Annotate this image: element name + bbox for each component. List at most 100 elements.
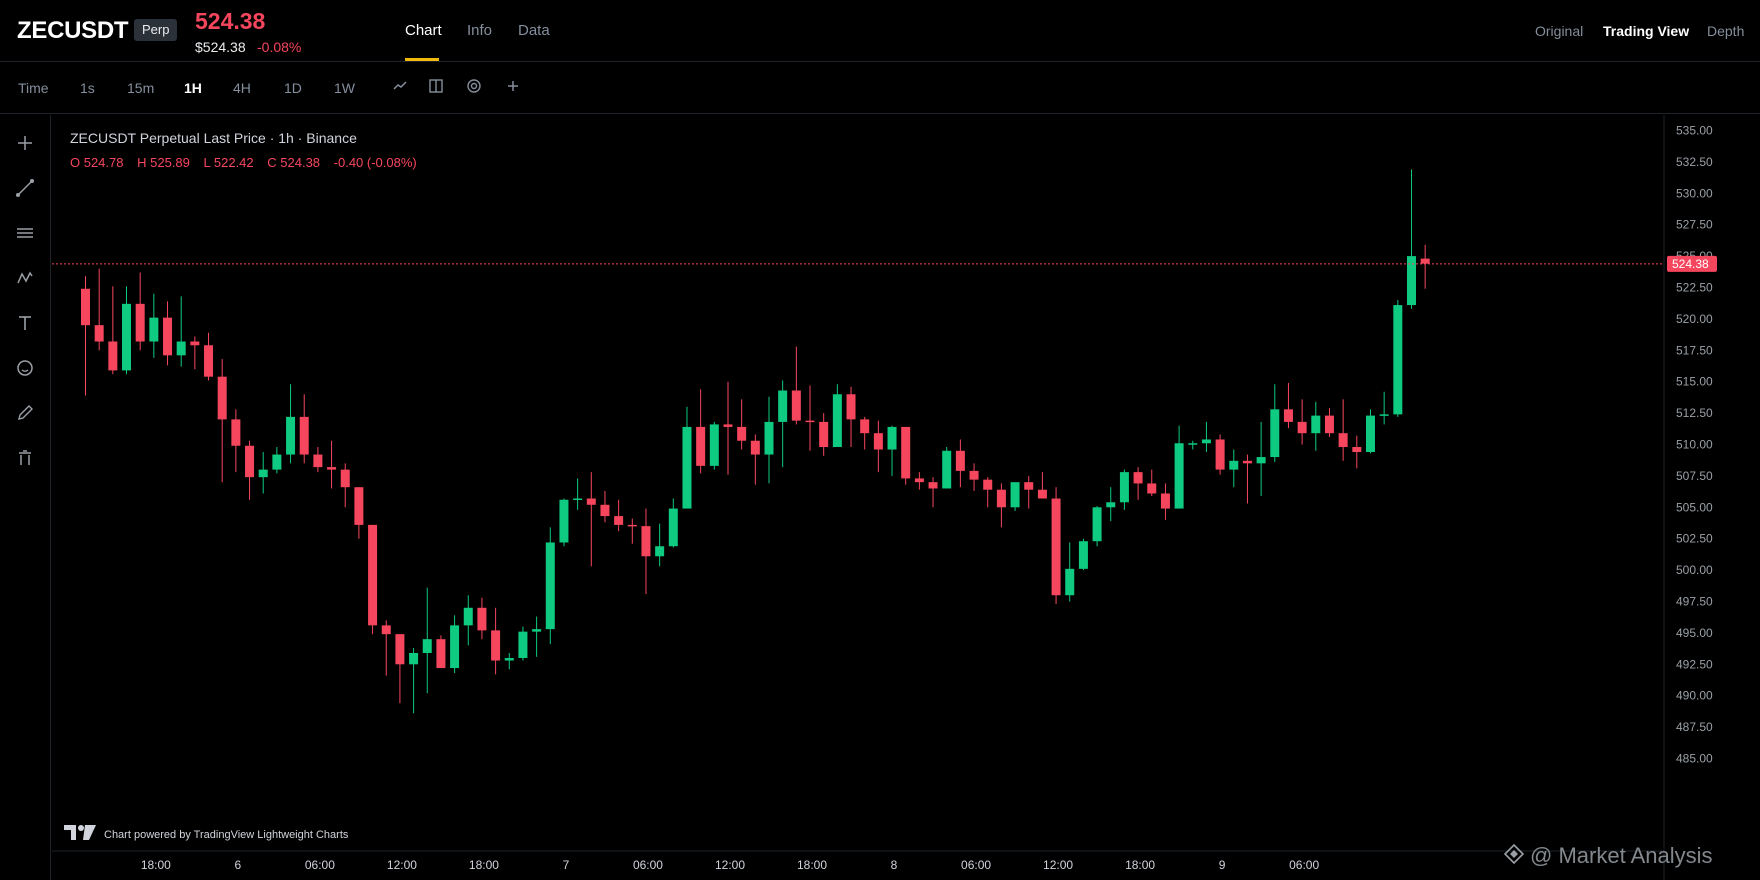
candle xyxy=(149,293,159,358)
candle-body xyxy=(217,376,227,420)
candle-body xyxy=(709,424,719,466)
candle xyxy=(395,634,405,704)
candle xyxy=(1188,440,1198,450)
candle-body xyxy=(1324,415,1334,434)
candle xyxy=(696,389,706,474)
candle xyxy=(504,652,514,670)
legend-high: H 525.89 xyxy=(137,155,190,170)
candle xyxy=(1270,384,1280,463)
candle-body xyxy=(955,450,965,471)
candle-body xyxy=(805,420,815,423)
tradingview-logo-icon[interactable] xyxy=(63,822,97,842)
market-analysis-logo-icon xyxy=(1503,843,1525,865)
candle xyxy=(231,409,241,473)
candle-body xyxy=(996,489,1006,508)
price-tick-label: 520.00 xyxy=(1676,312,1713,326)
candle-body xyxy=(1051,498,1061,596)
candle xyxy=(955,439,965,488)
candle-body xyxy=(422,639,432,653)
candle-body xyxy=(545,542,555,630)
time-tick-label: 06:00 xyxy=(305,858,335,872)
candle xyxy=(914,472,924,490)
candle-body xyxy=(750,440,760,455)
candle-body xyxy=(873,433,883,450)
candle xyxy=(409,647,419,714)
candle xyxy=(1256,421,1266,496)
candle xyxy=(1147,469,1157,496)
candle-body xyxy=(1270,409,1280,458)
candle-body xyxy=(1201,439,1211,444)
candle-body xyxy=(149,317,159,342)
candle xyxy=(1324,408,1334,437)
candle xyxy=(108,286,118,375)
candle xyxy=(518,626,528,661)
candle xyxy=(1406,169,1416,309)
candle xyxy=(1201,421,1211,453)
candle xyxy=(122,286,132,375)
candle xyxy=(668,498,678,548)
candle xyxy=(204,332,214,381)
candle xyxy=(723,381,733,475)
candle-body xyxy=(791,390,801,421)
candle xyxy=(846,386,856,448)
price-tick-label: 515.00 xyxy=(1676,375,1713,389)
candle-body xyxy=(135,303,145,342)
candle xyxy=(491,607,501,675)
candle-body xyxy=(559,499,569,543)
candle xyxy=(1215,434,1225,475)
candle xyxy=(737,399,747,450)
candle-body xyxy=(723,424,733,427)
candle xyxy=(573,478,583,510)
candle xyxy=(1024,475,1034,509)
candle xyxy=(873,420,883,473)
candle-body xyxy=(1037,489,1047,499)
candle-body xyxy=(1092,507,1102,542)
candle-body xyxy=(122,303,132,371)
candle xyxy=(422,587,432,694)
candle xyxy=(354,487,364,539)
candle-body xyxy=(1338,433,1348,448)
candle xyxy=(1365,409,1375,454)
time-axis: 18:00 6 06:00 12:00 18:00 7 06:00 12:00 18:00 8 06… xyxy=(141,858,1320,872)
candle-body xyxy=(627,524,637,527)
candle xyxy=(1106,487,1116,522)
candle xyxy=(217,359,227,483)
candle xyxy=(627,518,637,544)
time-tick-label: 9 xyxy=(1219,858,1226,872)
candle-body xyxy=(846,394,856,420)
price-tick-label: 522.50 xyxy=(1676,281,1713,295)
candle-body xyxy=(81,288,90,326)
last-price-label: 524.38 xyxy=(1672,257,1709,271)
price-tick-label: 530.00 xyxy=(1676,186,1713,200)
candle xyxy=(682,406,692,509)
candle-body xyxy=(1078,541,1088,569)
candle-body xyxy=(860,419,870,434)
candle-body xyxy=(163,317,173,356)
candle-body xyxy=(696,426,706,466)
candle-body xyxy=(887,426,897,450)
candle-body xyxy=(504,658,514,661)
candle xyxy=(655,523,665,567)
candle-body xyxy=(231,419,241,446)
candle xyxy=(887,425,897,476)
candle xyxy=(135,272,145,351)
powered-by-text: Chart powered by TradingView Lightweight… xyxy=(104,829,349,841)
candle xyxy=(1229,449,1239,488)
candle xyxy=(996,483,1006,528)
candle xyxy=(764,396,774,484)
candle xyxy=(299,394,309,464)
candle-body xyxy=(327,467,337,470)
candle-body xyxy=(655,546,665,557)
candle-body xyxy=(942,450,952,489)
candle xyxy=(1133,467,1143,500)
candle xyxy=(1311,401,1321,451)
candle xyxy=(81,276,90,396)
candle-body xyxy=(1283,409,1293,422)
candle-body xyxy=(1229,460,1239,470)
candle-body xyxy=(1010,482,1020,508)
candle xyxy=(94,268,104,351)
last-price-line-group: 524.38 xyxy=(52,255,1717,272)
candle-body xyxy=(832,394,842,448)
candle xyxy=(559,498,569,547)
candle-body xyxy=(901,426,911,479)
